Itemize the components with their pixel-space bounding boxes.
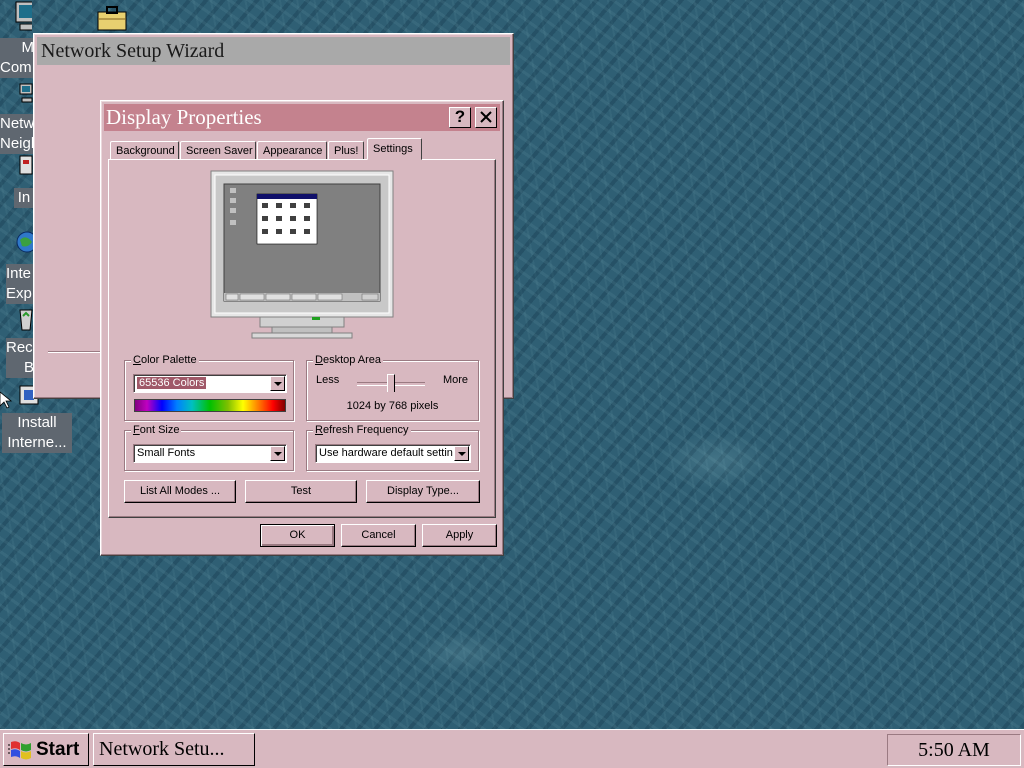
desktop-icon-recycle-bin[interactable]: Rec B — [0, 302, 34, 378]
chevron-down-icon[interactable] — [454, 446, 469, 461]
icon-label-line: Inte — [6, 265, 32, 282]
desktop-icon-label: Install Interne... — [2, 413, 72, 453]
apply-button[interactable]: Apply — [422, 524, 497, 547]
dialog-title: Display Properties — [106, 105, 262, 129]
settings-tab-panel: Color Palette 65536 Colors Desktop Area … — [108, 159, 496, 518]
color-spectrum-bar — [134, 399, 286, 412]
icon-label-line: Interne... — [7, 434, 67, 451]
desktop-area-more: More — [442, 374, 468, 386]
font-size-group: Font Size Small Fonts — [124, 423, 294, 471]
refresh-frequency-value: Use hardware default setting — [319, 447, 453, 459]
cancel-button[interactable]: Cancel — [341, 524, 416, 547]
chevron-down-icon[interactable] — [270, 376, 285, 391]
icon-label-line: Com — [0, 59, 32, 76]
button-label: Test — [290, 485, 312, 497]
icon-label-line: Install — [17, 414, 57, 431]
taskbar-item-label: Network Setu... — [99, 738, 225, 760]
test-button[interactable]: Test — [245, 480, 357, 503]
tab-settings[interactable]: Settings — [367, 138, 422, 160]
inbox-icon — [19, 155, 33, 175]
refresh-frequency-select[interactable]: Use hardware default setting — [315, 444, 471, 463]
button-label: Cancel — [361, 529, 396, 541]
desktop-area-less: Less — [316, 374, 340, 386]
desktop-icon-internet-explorer[interactable]: Inte Exp — [0, 226, 38, 304]
tab-label: Appearance — [263, 145, 323, 157]
desktop-icon-label: M Com — [0, 38, 34, 78]
color-palette-label: Color Palette — [131, 353, 199, 367]
chevron-down-icon[interactable] — [270, 446, 285, 461]
tab-label: Plus! — [334, 145, 359, 157]
desktop-icon-label: Netw Neigh — [0, 114, 39, 154]
desktop-icon-label: Inte Exp — [6, 264, 34, 304]
wizard-title: Network Setup Wizard — [41, 40, 225, 62]
start-button[interactable]: Start — [3, 733, 89, 766]
ok-button[interactable]: OK — [260, 524, 335, 547]
desktop-area-label: Desktop Area — [313, 353, 384, 367]
recycle-bin-icon — [19, 309, 33, 331]
display-properties-dialog[interactable]: Display Properties ? Background Screen S… — [100, 100, 504, 556]
refresh-frequency-label: Refresh Frequency — [313, 423, 411, 437]
monitor-preview-icon — [210, 170, 394, 339]
tab-appearance[interactable]: Appearance — [257, 141, 327, 160]
button-label: List All Modes ... — [139, 485, 221, 497]
font-size-value: Small Fonts — [137, 447, 196, 459]
computer-icon — [15, 1, 32, 31]
desktop-icon-network-neighborhood[interactable]: Netw Neigh — [0, 80, 39, 154]
tab-plus[interactable]: Plus! — [328, 141, 364, 160]
icon-label-line: B — [23, 359, 34, 376]
list-all-modes-button[interactable]: List All Modes ... — [124, 480, 236, 503]
button-label: Display Type... — [387, 485, 459, 497]
icon-label-line: Exp — [6, 285, 32, 302]
taskbar-item-network-setup[interactable]: Network Setu... — [93, 733, 255, 766]
button-label: Apply — [445, 529, 474, 541]
tab-screen-saver[interactable]: Screen Saver — [180, 141, 256, 160]
taskbar: Start Network Setu... 5:50 AM — [0, 729, 1024, 768]
tab-background[interactable]: Background — [110, 141, 179, 160]
desktop-area-slider-thumb[interactable] — [387, 374, 395, 392]
help-button[interactable]: ? — [449, 107, 471, 128]
button-label: OK — [289, 529, 306, 541]
close-icon — [480, 111, 492, 123]
font-size-select[interactable]: Small Fonts — [133, 444, 287, 463]
tab-label: Background — [116, 145, 175, 157]
desktop-area-value: 1024 by 768 pixels — [346, 400, 439, 412]
tab-label: Screen Saver — [186, 145, 253, 157]
start-label: Start — [36, 739, 80, 760]
color-palette-value: 65536 Colors — [137, 377, 207, 389]
font-size-label: Font Size — [131, 423, 182, 437]
desktop-icon-my-computer[interactable]: M Com — [0, 0, 34, 78]
icon-label-line: Rec — [6, 339, 33, 356]
refresh-frequency-group: Refresh Frequency Use hardware default s… — [306, 423, 479, 471]
wizard-title-bar[interactable]: Network Setup Wizard — [37, 37, 510, 65]
close-button[interactable] — [475, 107, 497, 128]
color-palette-group: Color Palette 65536 Colors — [124, 353, 294, 421]
desktop-area-group: Desktop Area Less More 1024 by 768 pixel… — [306, 353, 479, 421]
desktop-icon-label: In — [14, 188, 34, 208]
dialog-title-bar[interactable]: Display Properties ? — [104, 104, 500, 131]
briefcase-icon[interactable] — [96, 4, 128, 32]
tab-label: Settings — [373, 143, 413, 155]
display-type-button[interactable]: Display Type... — [366, 480, 480, 503]
color-palette-select[interactable]: 65536 Colors — [133, 374, 287, 393]
system-tray-clock[interactable]: 5:50 AM — [887, 734, 1021, 766]
icon-label-line: Netw — [0, 115, 35, 132]
clock-time: 5:50 AM — [918, 739, 990, 761]
network-icon — [19, 83, 33, 103]
desktop-icon-label: Rec B — [6, 338, 34, 378]
windows-logo-icon — [8, 741, 31, 760]
icon-label-line: M — [21, 39, 35, 56]
globe-icon — [16, 231, 38, 253]
desktop-icon-inbox[interactable]: In — [0, 150, 34, 208]
